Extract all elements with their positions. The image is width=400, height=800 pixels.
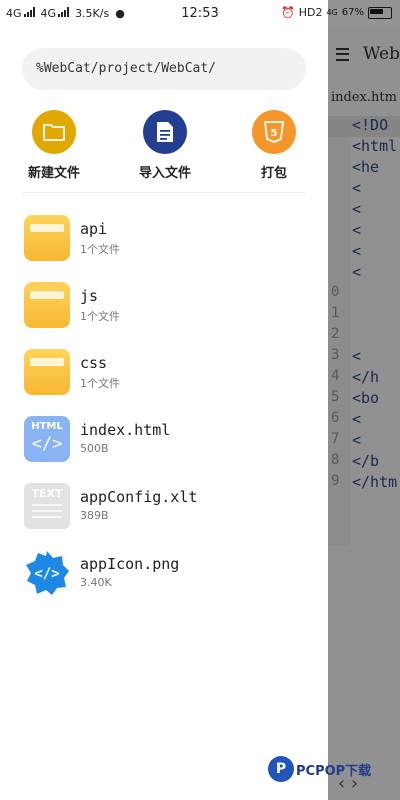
folder-icon bbox=[24, 215, 70, 261]
list-item[interactable]: HTML </> index.html 500B bbox=[0, 409, 328, 469]
signal-icon bbox=[58, 7, 70, 17]
site-watermark: P PCPOP下载 bbox=[268, 756, 371, 782]
package-label: 打包 bbox=[260, 166, 287, 181]
file-name: appConfig.xlt bbox=[80, 488, 198, 506]
svg-text:</>: </> bbox=[34, 566, 59, 582]
clock: 12:53 bbox=[181, 6, 219, 21]
hd-indicator: HD2 bbox=[298, 6, 323, 19]
file-name: js bbox=[80, 287, 99, 305]
package-button[interactable]: 5 打包 bbox=[229, 110, 319, 181]
watermark-text: PCPOP下载 bbox=[296, 763, 372, 779]
new-file-button[interactable]: 新建文件 bbox=[9, 110, 99, 181]
html5-icon: 5 bbox=[252, 110, 296, 154]
network-indicator-1: 4G bbox=[6, 7, 35, 20]
folder-icon bbox=[32, 110, 76, 154]
list-item[interactable]: css 1个文件 bbox=[0, 342, 328, 402]
signal-icon bbox=[23, 7, 35, 17]
svg-text:5: 5 bbox=[271, 128, 278, 139]
html-file-icon: HTML </> bbox=[24, 416, 70, 462]
file-name: api bbox=[80, 220, 108, 238]
network-speed: 3.5K/s bbox=[75, 7, 110, 20]
watermark-logo: P bbox=[268, 756, 294, 782]
file-name: css bbox=[80, 354, 108, 372]
file-name: appIcon.png bbox=[80, 555, 180, 573]
import-file-label: 导入文件 bbox=[138, 166, 191, 181]
folder-icon bbox=[24, 349, 70, 395]
list-item[interactable]: TEXT appConfig.xlt 389B bbox=[0, 476, 328, 536]
text-file-icon: TEXT bbox=[24, 483, 70, 529]
file-meta: 500B bbox=[80, 442, 109, 455]
file-meta: 389B bbox=[80, 509, 109, 522]
file-meta: 3.40K bbox=[80, 576, 112, 589]
new-file-label: 新建文件 bbox=[27, 166, 80, 181]
alarm-icon: ⏰ bbox=[281, 6, 295, 19]
file-meta: 1个文件 bbox=[80, 243, 120, 256]
file-name: index.html bbox=[80, 421, 171, 439]
file-drawer: %WebCat/project/WebCat/ 新建文件 导入文件 5 打包 a… bbox=[0, 28, 328, 800]
divider bbox=[22, 192, 306, 193]
project-path-field[interactable]: %WebCat/project/WebCat/ bbox=[22, 48, 306, 90]
file-meta: 1个文件 bbox=[80, 377, 120, 390]
qq-icon: ● bbox=[115, 7, 125, 20]
list-item[interactable]: api 1个文件 bbox=[0, 208, 328, 268]
list-item[interactable]: </> appIcon.png 3.40K bbox=[0, 543, 328, 603]
drawer-scrim[interactable] bbox=[328, 0, 400, 800]
action-row: 新建文件 导入文件 5 打包 bbox=[0, 110, 328, 190]
document-icon bbox=[143, 110, 187, 154]
image-file-icon: </> bbox=[24, 550, 70, 596]
folder-icon bbox=[24, 282, 70, 328]
list-item[interactable]: js 1个文件 bbox=[0, 275, 328, 335]
import-file-button[interactable]: 导入文件 bbox=[120, 110, 210, 181]
file-meta: 1个文件 bbox=[80, 310, 120, 323]
network-indicator-2: 4G bbox=[41, 7, 70, 20]
